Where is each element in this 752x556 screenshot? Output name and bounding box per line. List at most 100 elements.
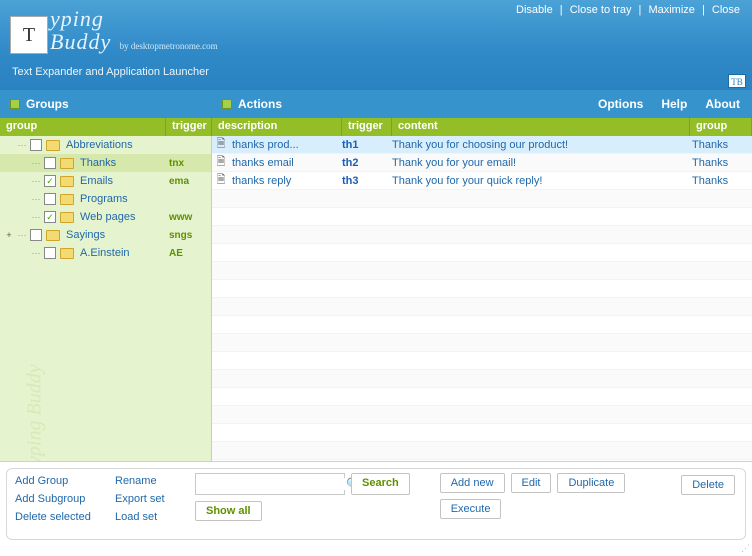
empty-row [212, 226, 752, 244]
groups-section-label: Groups [0, 97, 212, 111]
search-box: 🔍 [195, 473, 345, 495]
tree-connector-icon: ⋯ [14, 140, 30, 151]
group-trigger: AE [169, 248, 211, 259]
search-button[interactable]: Search [351, 473, 410, 495]
checkbox[interactable]: ✓ [44, 211, 56, 223]
sep: | [702, 4, 705, 16]
action-description: thanks prod... [230, 139, 342, 151]
empty-row [212, 316, 752, 334]
search-input[interactable] [196, 478, 346, 490]
folder-icon [60, 248, 74, 259]
action-group: Thanks [690, 175, 752, 187]
add-new-button[interactable]: Add new [440, 473, 505, 493]
sep: | [560, 4, 563, 16]
group-name: Sayings [66, 229, 169, 241]
delete-selected-link[interactable]: Delete selected [15, 511, 115, 523]
menu-help[interactable]: Help [661, 97, 687, 111]
checkbox[interactable]: ✓ [44, 175, 56, 187]
edit-button[interactable]: Edit [511, 473, 552, 493]
action-trigger: th3 [342, 175, 392, 187]
bottom-panel: Add Group Add Subgroup Delete selected R… [0, 462, 752, 546]
col-description[interactable]: description [212, 118, 342, 136]
menu-about[interactable]: About [705, 97, 740, 111]
checkbox[interactable] [44, 193, 56, 205]
empty-row [212, 424, 752, 442]
add-group-link[interactable]: Add Group [15, 475, 115, 487]
folder-icon [60, 194, 74, 205]
action-row[interactable]: 🗎thanks replyth3Thank you for your quick… [212, 172, 752, 190]
group-trigger: tnx [169, 158, 211, 169]
tree-connector-icon: ⋯ [28, 158, 44, 169]
checkbox[interactable] [30, 139, 42, 151]
tree-item-web-pages[interactable]: ⋯✓Web pageswww [0, 208, 211, 226]
col-trigger[interactable]: trigger [166, 118, 212, 136]
actions-list: 🗎thanks prod...th1Thank you for choosing… [212, 136, 752, 461]
app-title-2: Buddy [50, 31, 111, 53]
folder-icon [46, 230, 60, 241]
sep: | [639, 4, 642, 16]
group-name: Programs [80, 193, 169, 205]
tree-item-emails[interactable]: ⋯✓Emailsema [0, 172, 211, 190]
tree-item-a-einstein[interactable]: ⋯A.EinsteinAE [0, 244, 211, 262]
empty-row [212, 298, 752, 316]
doc-icon: 🗎 [212, 153, 230, 172]
show-all-button[interactable]: Show all [195, 501, 262, 521]
doc-icon: 🗎 [212, 135, 230, 154]
tree-connector-icon: ⋯ [28, 194, 44, 205]
tree-connector-icon: ⋯ [28, 176, 44, 187]
action-row[interactable]: 🗎thanks emailth2Thank you for your email… [212, 154, 752, 172]
export-set-link[interactable]: Export set [115, 493, 185, 505]
tree-connector-icon: ⋯ [14, 230, 30, 241]
folder-icon [60, 158, 74, 169]
logo-icon: T [10, 16, 48, 54]
disable-link[interactable]: Disable [516, 4, 553, 16]
expander-icon[interactable]: + [4, 230, 14, 240]
maximize-link[interactable]: Maximize [648, 4, 694, 16]
tree-connector-icon: ⋯ [28, 212, 44, 223]
app-title-1: yping [50, 8, 104, 30]
title-bar: Disable | Close to tray | Maximize | Clo… [0, 0, 752, 90]
col-group[interactable]: group [0, 118, 166, 136]
group-name: Abbreviations [66, 139, 169, 151]
actions-box-icon [222, 99, 232, 109]
checkbox[interactable] [44, 247, 56, 259]
column-headers: group trigger description trigger conten… [0, 118, 752, 136]
col-trigger2[interactable]: trigger [342, 118, 392, 136]
tree-item-sayings[interactable]: +⋯ Sayingssngs [0, 226, 211, 244]
checkbox[interactable] [30, 229, 42, 241]
col-content[interactable]: content [392, 118, 690, 136]
action-row[interactable]: 🗎thanks prod...th1Thank you for choosing… [212, 136, 752, 154]
add-subgroup-link[interactable]: Add Subgroup [15, 493, 115, 505]
rename-link[interactable]: Rename [115, 475, 185, 487]
tree-item-thanks[interactable]: ⋯Thankstnx [0, 154, 211, 172]
empty-row [212, 262, 752, 280]
doc-icon: 🗎 [212, 171, 230, 190]
checkbox[interactable] [44, 157, 56, 169]
group-name: Web pages [80, 211, 169, 223]
groups-tree: Typing Buddy ⋯Abbreviations⋯Thankstnx⋯✓E… [0, 136, 212, 461]
close-tray-link[interactable]: Close to tray [570, 4, 632, 16]
group-trigger: sngs [169, 230, 211, 241]
load-set-link[interactable]: Load set [115, 511, 185, 523]
empty-row [212, 370, 752, 388]
empty-row [212, 352, 752, 370]
tb-badge-icon: TB [728, 74, 746, 88]
execute-button[interactable]: Execute [440, 499, 502, 519]
tree-item-abbreviations[interactable]: ⋯ Abbreviations [0, 136, 211, 154]
group-trigger: ema [169, 176, 211, 187]
action-description: thanks email [230, 157, 342, 169]
col-group2[interactable]: group [690, 118, 752, 136]
action-group: Thanks [690, 157, 752, 169]
tree-item-programs[interactable]: ⋯ Programs [0, 190, 211, 208]
menu-bar: Groups Actions Options Help About [0, 90, 752, 118]
action-description: thanks reply [230, 175, 342, 187]
menu-options[interactable]: Options [598, 97, 643, 111]
duplicate-button[interactable]: Duplicate [557, 473, 625, 493]
byline: by desktopmetronome.com [120, 41, 218, 51]
resize-grip-icon[interactable]: ⋰ [741, 543, 750, 554]
delete-button[interactable]: Delete [681, 475, 735, 495]
close-link[interactable]: Close [712, 4, 740, 16]
empty-row [212, 406, 752, 424]
logo: T yping Buddy by desktopmetronome.com [10, 8, 218, 54]
action-content: Thank you for choosing our product! [392, 139, 690, 151]
